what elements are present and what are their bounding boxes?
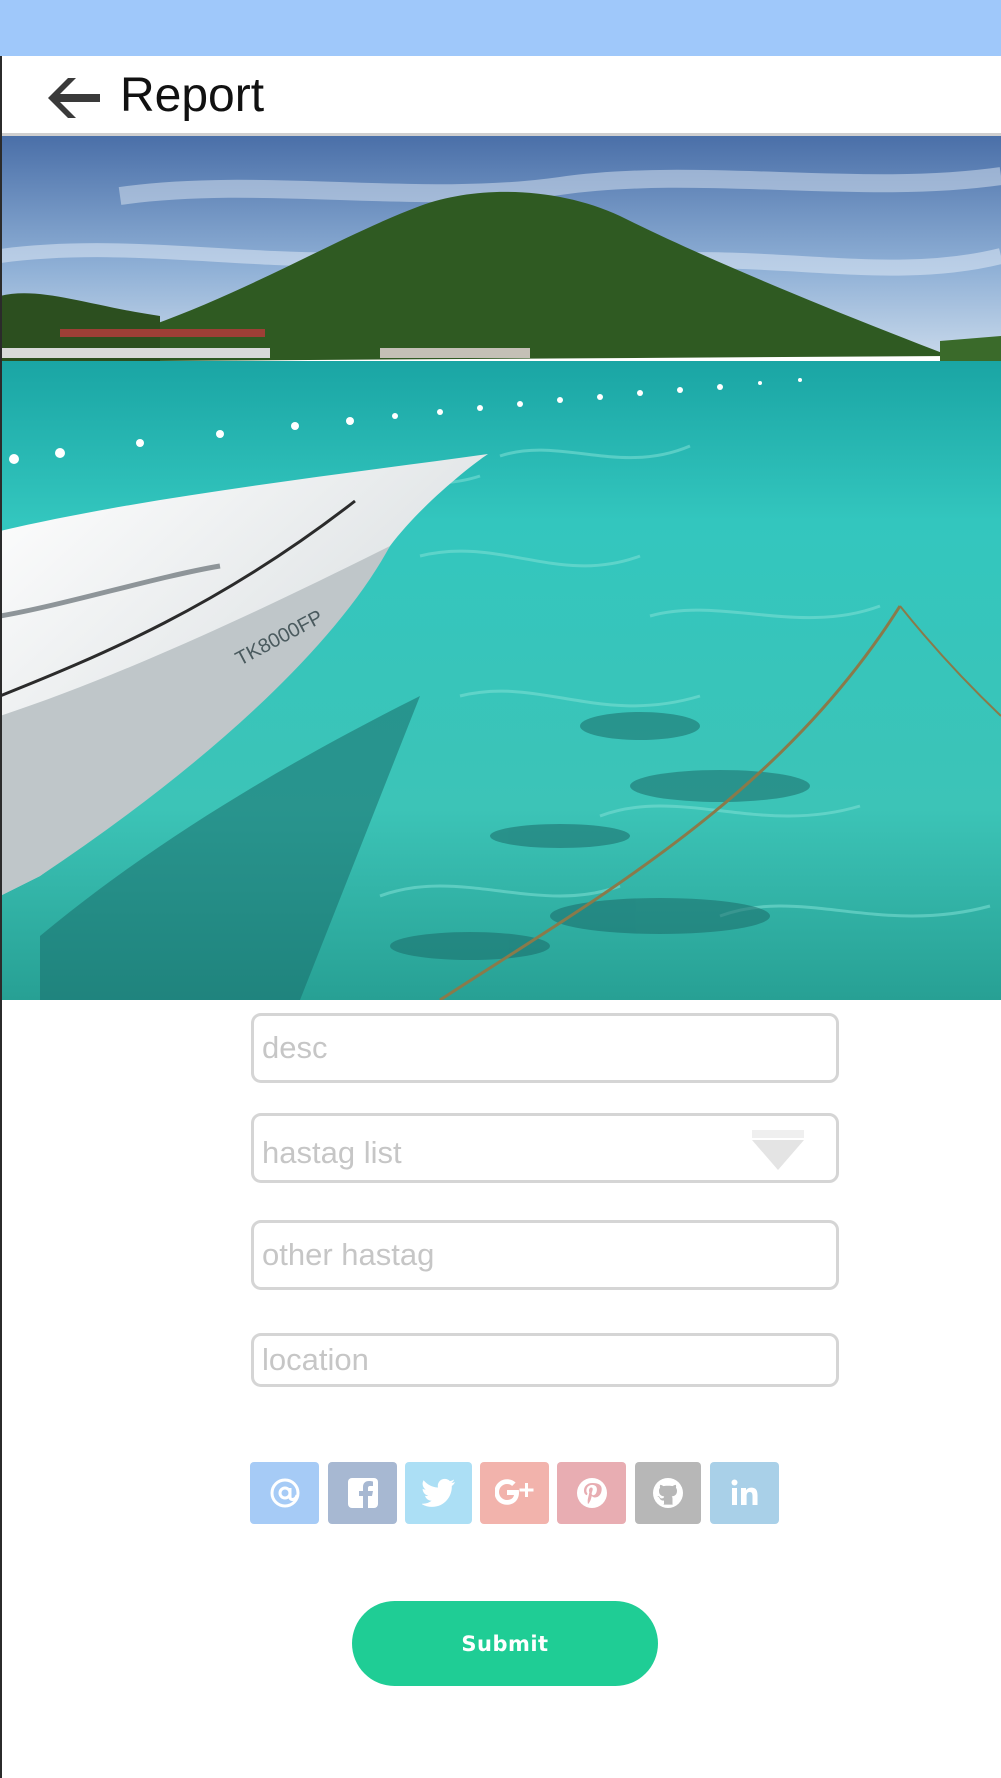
github-icon	[653, 1478, 683, 1508]
share-twitter-button[interactable]	[405, 1462, 472, 1524]
chevron-down-icon	[752, 1130, 804, 1170]
google-plus-icon	[494, 1479, 533, 1505]
arrow-left-icon	[48, 78, 100, 118]
report-photo: TK8000FP	[0, 136, 1001, 1000]
hashtag-select-label: hastag list	[262, 1135, 402, 1170]
page-title: Report	[120, 69, 265, 122]
linkedin-icon	[731, 1479, 757, 1505]
beach-photo-image: TK8000FP	[0, 136, 1001, 1000]
share-github-button[interactable]	[635, 1462, 701, 1524]
share-google-plus-button[interactable]	[480, 1462, 549, 1524]
at-icon	[270, 1478, 299, 1508]
share-pinterest-button[interactable]	[557, 1462, 626, 1524]
share-facebook-button[interactable]	[328, 1462, 397, 1524]
back-button[interactable]	[48, 78, 100, 118]
facebook-icon	[347, 1478, 378, 1508]
other-hashtag-input[interactable]	[251, 1220, 839, 1290]
status-bar	[0, 0, 1001, 56]
share-linkedin-button[interactable]	[710, 1462, 779, 1524]
description-input[interactable]	[251, 1013, 839, 1083]
frame-border	[0, 56, 2, 1778]
pinterest-icon	[576, 1478, 607, 1508]
hashtag-select[interactable]: hastag list	[251, 1113, 839, 1183]
twitter-icon	[421, 1478, 455, 1507]
submit-button[interactable]: Submit	[352, 1601, 658, 1686]
location-input[interactable]	[251, 1333, 839, 1387]
share-email-button[interactable]	[250, 1462, 319, 1524]
report-page: Report TK8000FP desc hastag list other h…	[0, 0, 1001, 1778]
